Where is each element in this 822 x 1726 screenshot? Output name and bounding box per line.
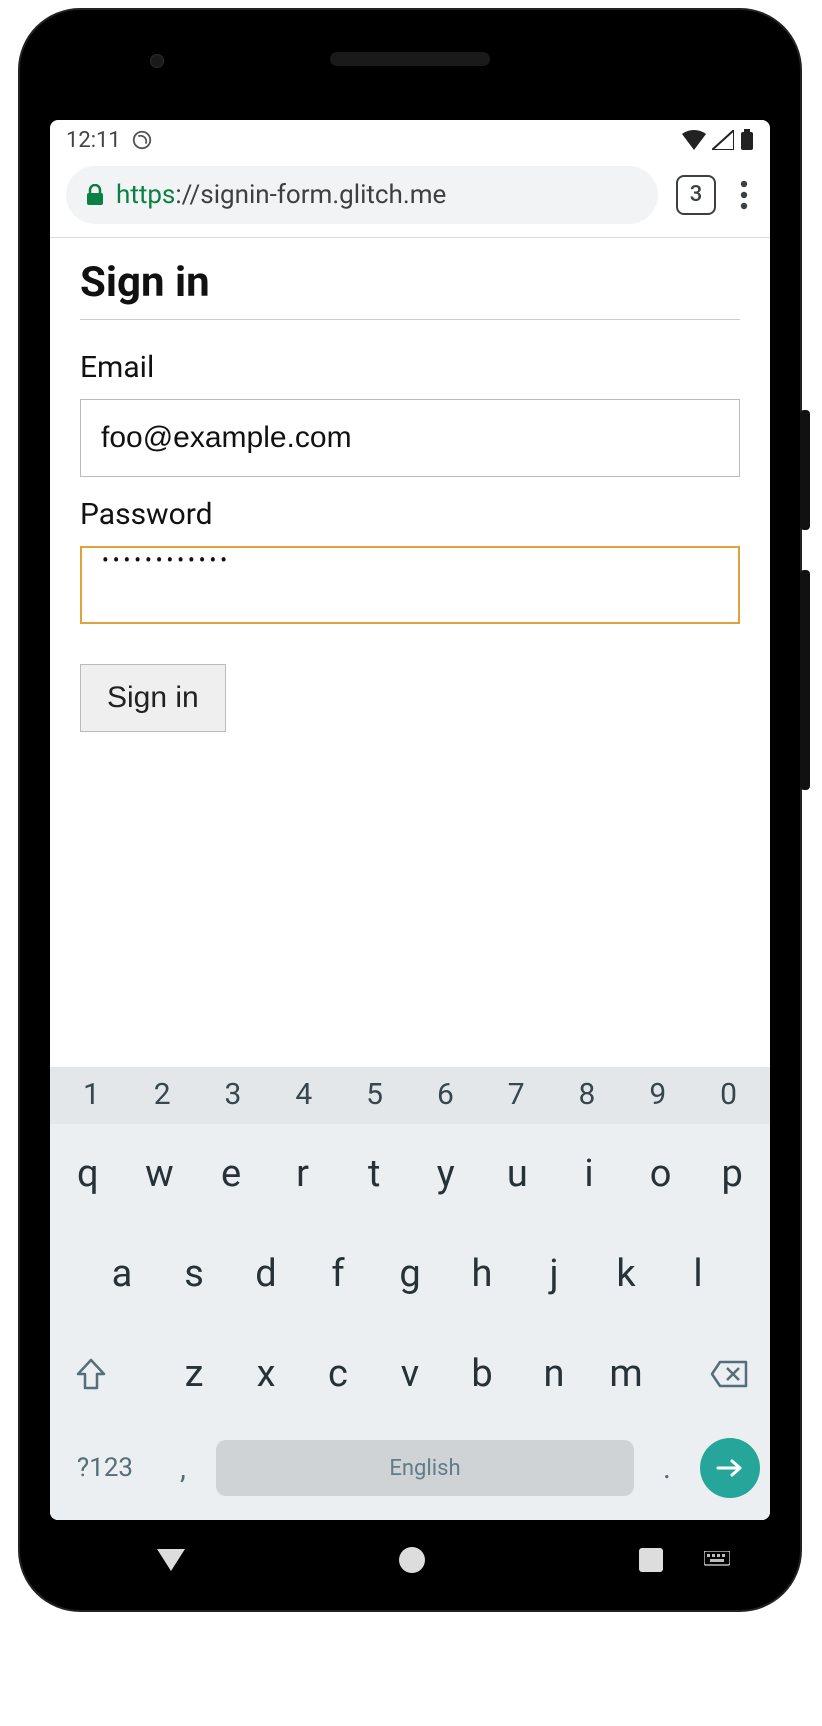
space-key[interactable]: English <box>216 1440 634 1496</box>
key-u[interactable]: u <box>486 1134 550 1214</box>
comma-key[interactable]: , <box>158 1436 208 1500</box>
key-4[interactable]: 4 <box>268 1077 339 1112</box>
email-field[interactable] <box>80 399 740 477</box>
key-z[interactable]: z <box>162 1334 226 1414</box>
overflow-menu-button[interactable] <box>734 180 754 210</box>
keyboard-row-2: asdfghjkl <box>50 1224 770 1324</box>
key-t[interactable]: t <box>342 1134 406 1214</box>
password-field[interactable]: •••••••••••• <box>80 546 740 624</box>
battery-icon <box>740 129 754 151</box>
key-1[interactable]: 1 <box>56 1077 127 1112</box>
backspace-key[interactable] <box>694 1334 764 1414</box>
tab-switcher-button[interactable]: 3 <box>676 175 716 215</box>
key-6[interactable]: 6 <box>410 1077 481 1112</box>
phone-camera <box>150 54 164 68</box>
key-c[interactable]: c <box>306 1334 370 1414</box>
status-bar: 12:11 <box>50 120 770 160</box>
key-g[interactable]: g <box>378 1234 442 1314</box>
key-5[interactable]: 5 <box>339 1077 410 1112</box>
key-b[interactable]: b <box>450 1334 514 1414</box>
status-time: 12:11 <box>66 128 121 153</box>
symbols-key[interactable]: ?123 <box>60 1436 150 1500</box>
key-l[interactable]: l <box>666 1234 730 1314</box>
lock-icon <box>86 184 104 206</box>
sign-in-button[interactable]: Sign in <box>80 664 226 732</box>
key-i[interactable]: i <box>557 1134 621 1214</box>
key-f[interactable]: f <box>306 1234 370 1314</box>
tab-count: 3 <box>690 182 703 207</box>
key-8[interactable]: 8 <box>552 1077 623 1112</box>
url-host: signin-form.glitch.me <box>200 180 446 210</box>
key-3[interactable]: 3 <box>198 1077 269 1112</box>
shift-key[interactable] <box>56 1334 126 1414</box>
browser-toolbar: https://signin-form.glitch.me 3 <box>50 160 770 238</box>
nav-back-button[interactable] <box>157 1549 185 1571</box>
url-separator: :// <box>175 180 200 210</box>
key-v[interactable]: v <box>378 1334 442 1414</box>
key-a[interactable]: a <box>90 1234 154 1314</box>
wifi-icon <box>682 130 706 150</box>
keyboard-number-row: 1234567890 <box>50 1067 770 1124</box>
key-h[interactable]: h <box>450 1234 514 1314</box>
email-label: Email <box>80 350 740 385</box>
key-x[interactable]: x <box>234 1334 298 1414</box>
key-9[interactable]: 9 <box>622 1077 693 1112</box>
key-w[interactable]: w <box>128 1134 192 1214</box>
key-0[interactable]: 0 <box>693 1077 764 1112</box>
page-content: Sign in Email Password •••••••••••• Sign… <box>50 238 770 1067</box>
key-r[interactable]: r <box>271 1134 335 1214</box>
key-o[interactable]: o <box>629 1134 693 1214</box>
do-not-disturb-icon <box>131 129 153 151</box>
period-key[interactable]: . <box>642 1436 692 1500</box>
key-j[interactable]: j <box>522 1234 586 1314</box>
phone-speaker <box>330 52 490 66</box>
key-q[interactable]: q <box>56 1134 120 1214</box>
enter-key[interactable] <box>700 1438 760 1498</box>
keyboard-row-1: qwertyuiop <box>50 1124 770 1224</box>
phone-frame: 12:11 <box>20 10 800 1610</box>
nav-keyboard-icon[interactable] <box>704 1551 730 1569</box>
key-2[interactable]: 2 <box>127 1077 198 1112</box>
key-k[interactable]: k <box>594 1234 658 1314</box>
key-e[interactable]: e <box>199 1134 263 1214</box>
nav-home-button[interactable] <box>399 1547 425 1573</box>
android-nav-bar <box>50 1530 770 1590</box>
key-s[interactable]: s <box>162 1234 226 1314</box>
keyboard-bottom-row: ?123 , English . <box>50 1424 770 1520</box>
key-n[interactable]: n <box>522 1334 586 1414</box>
keyboard-row-3: zxcvbnm <box>50 1324 770 1424</box>
cell-signal-icon <box>712 130 734 150</box>
key-p[interactable]: p <box>700 1134 764 1214</box>
page-title: Sign in <box>80 258 740 320</box>
address-bar[interactable]: https://signin-form.glitch.me <box>66 166 658 224</box>
key-d[interactable]: d <box>234 1234 298 1314</box>
soft-keyboard: 1234567890 qwertyuiop asdfghjkl zxcvbnm … <box>50 1067 770 1520</box>
screen: 12:11 <box>50 120 770 1520</box>
key-7[interactable]: 7 <box>481 1077 552 1112</box>
url-scheme: https <box>116 180 175 210</box>
nav-recents-button[interactable] <box>639 1548 663 1572</box>
key-m[interactable]: m <box>594 1334 658 1414</box>
password-label: Password <box>80 497 740 532</box>
key-y[interactable]: y <box>414 1134 478 1214</box>
